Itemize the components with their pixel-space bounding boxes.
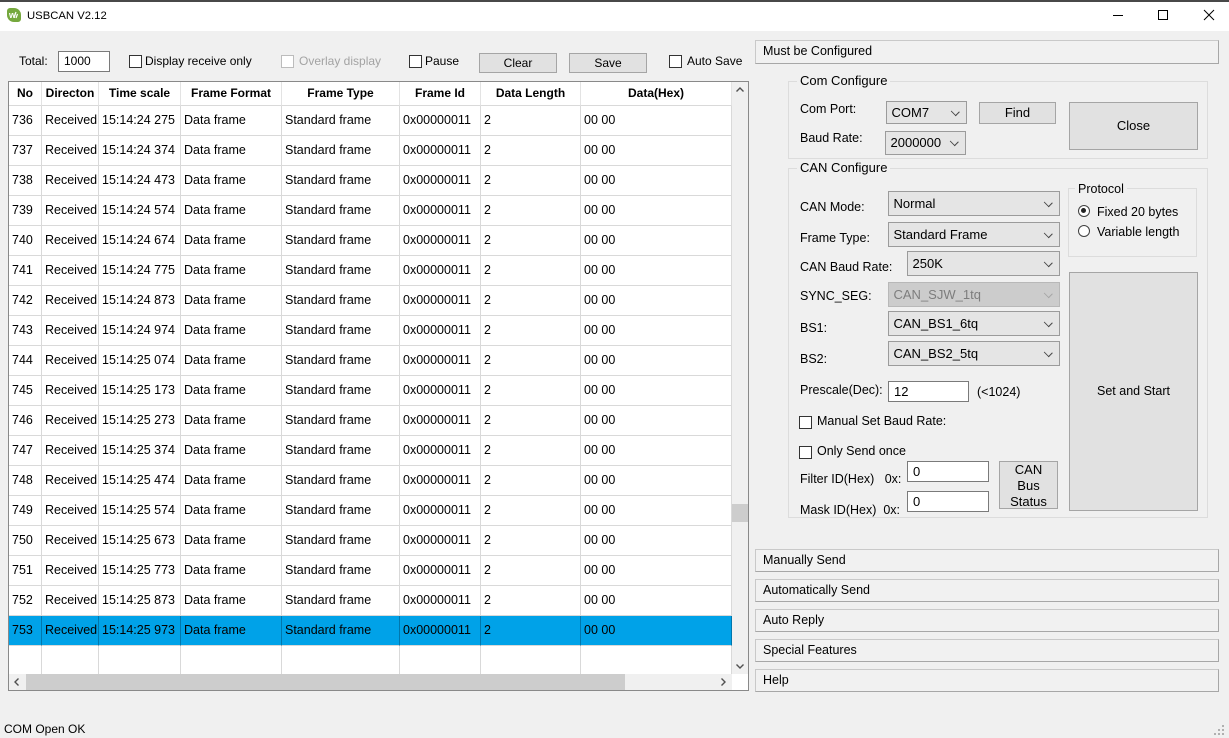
svg-text:w: w	[8, 10, 17, 20]
